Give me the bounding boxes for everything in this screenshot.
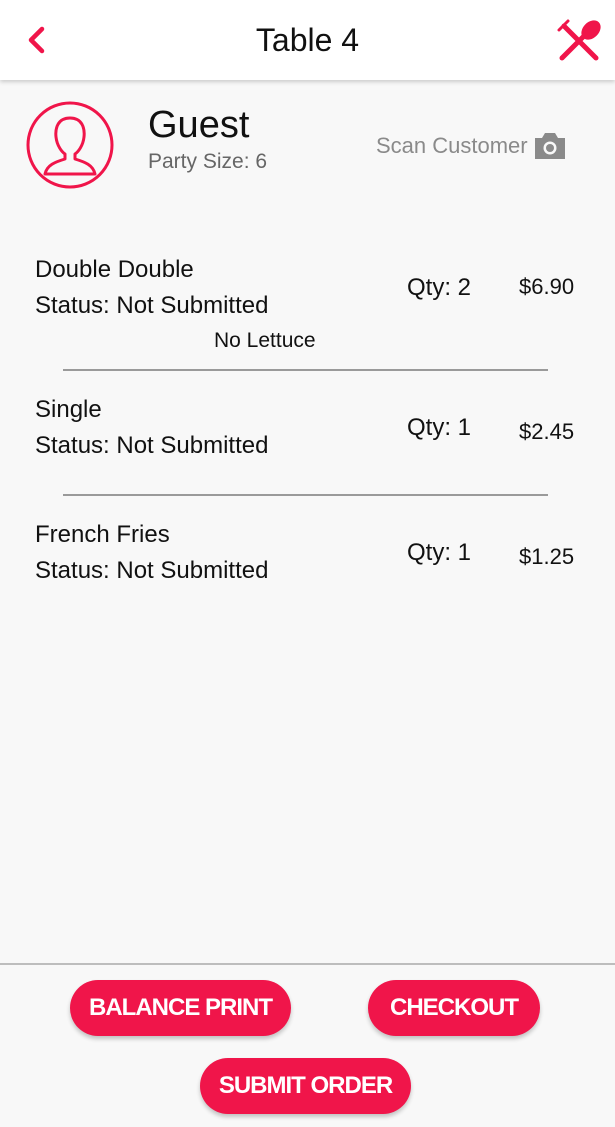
- party-size: Party Size: 6: [148, 150, 268, 173]
- item-note: No Lettuce: [214, 329, 316, 352]
- item-name: French Fries: [35, 521, 170, 548]
- item-qty: Qty: 1: [407, 414, 472, 441]
- fork-knife-icon: [557, 19, 601, 61]
- item-name: Double Double: [35, 256, 194, 283]
- item-name: Single: [35, 396, 102, 423]
- balance-print-button[interactable]: BALANCE PRINT: [70, 980, 291, 1036]
- item-price: $2.45: [519, 419, 575, 444]
- item-status: Status: Not Submitted: [35, 292, 269, 319]
- footer-divider: [0, 963, 615, 965]
- app-header: Table 4: [0, 0, 615, 80]
- menu-button[interactable]: [556, 18, 606, 64]
- item-price: $1.25: [519, 544, 575, 569]
- checkout-button[interactable]: CHECKOUT: [368, 980, 540, 1036]
- scan-customer-button[interactable]: Scan Customer: [376, 128, 568, 164]
- guest-name: Guest: [148, 104, 250, 146]
- user-avatar-icon: [26, 101, 114, 189]
- avatar: [25, 100, 115, 190]
- page-title: Table 4: [255, 22, 360, 58]
- divider: [63, 494, 548, 496]
- item-qty: Qty: 2: [407, 274, 472, 301]
- submit-order-button[interactable]: SUBMIT ORDER: [200, 1058, 411, 1114]
- camera-icon: [534, 133, 565, 159]
- item-qty: Qty: 1: [407, 539, 472, 566]
- item-status: Status: Not Submitted: [35, 432, 269, 459]
- scan-customer-label: Scan Customer: [376, 133, 528, 158]
- item-status: Status: Not Submitted: [35, 557, 269, 584]
- divider: [63, 369, 548, 371]
- item-price: $6.90: [519, 274, 575, 299]
